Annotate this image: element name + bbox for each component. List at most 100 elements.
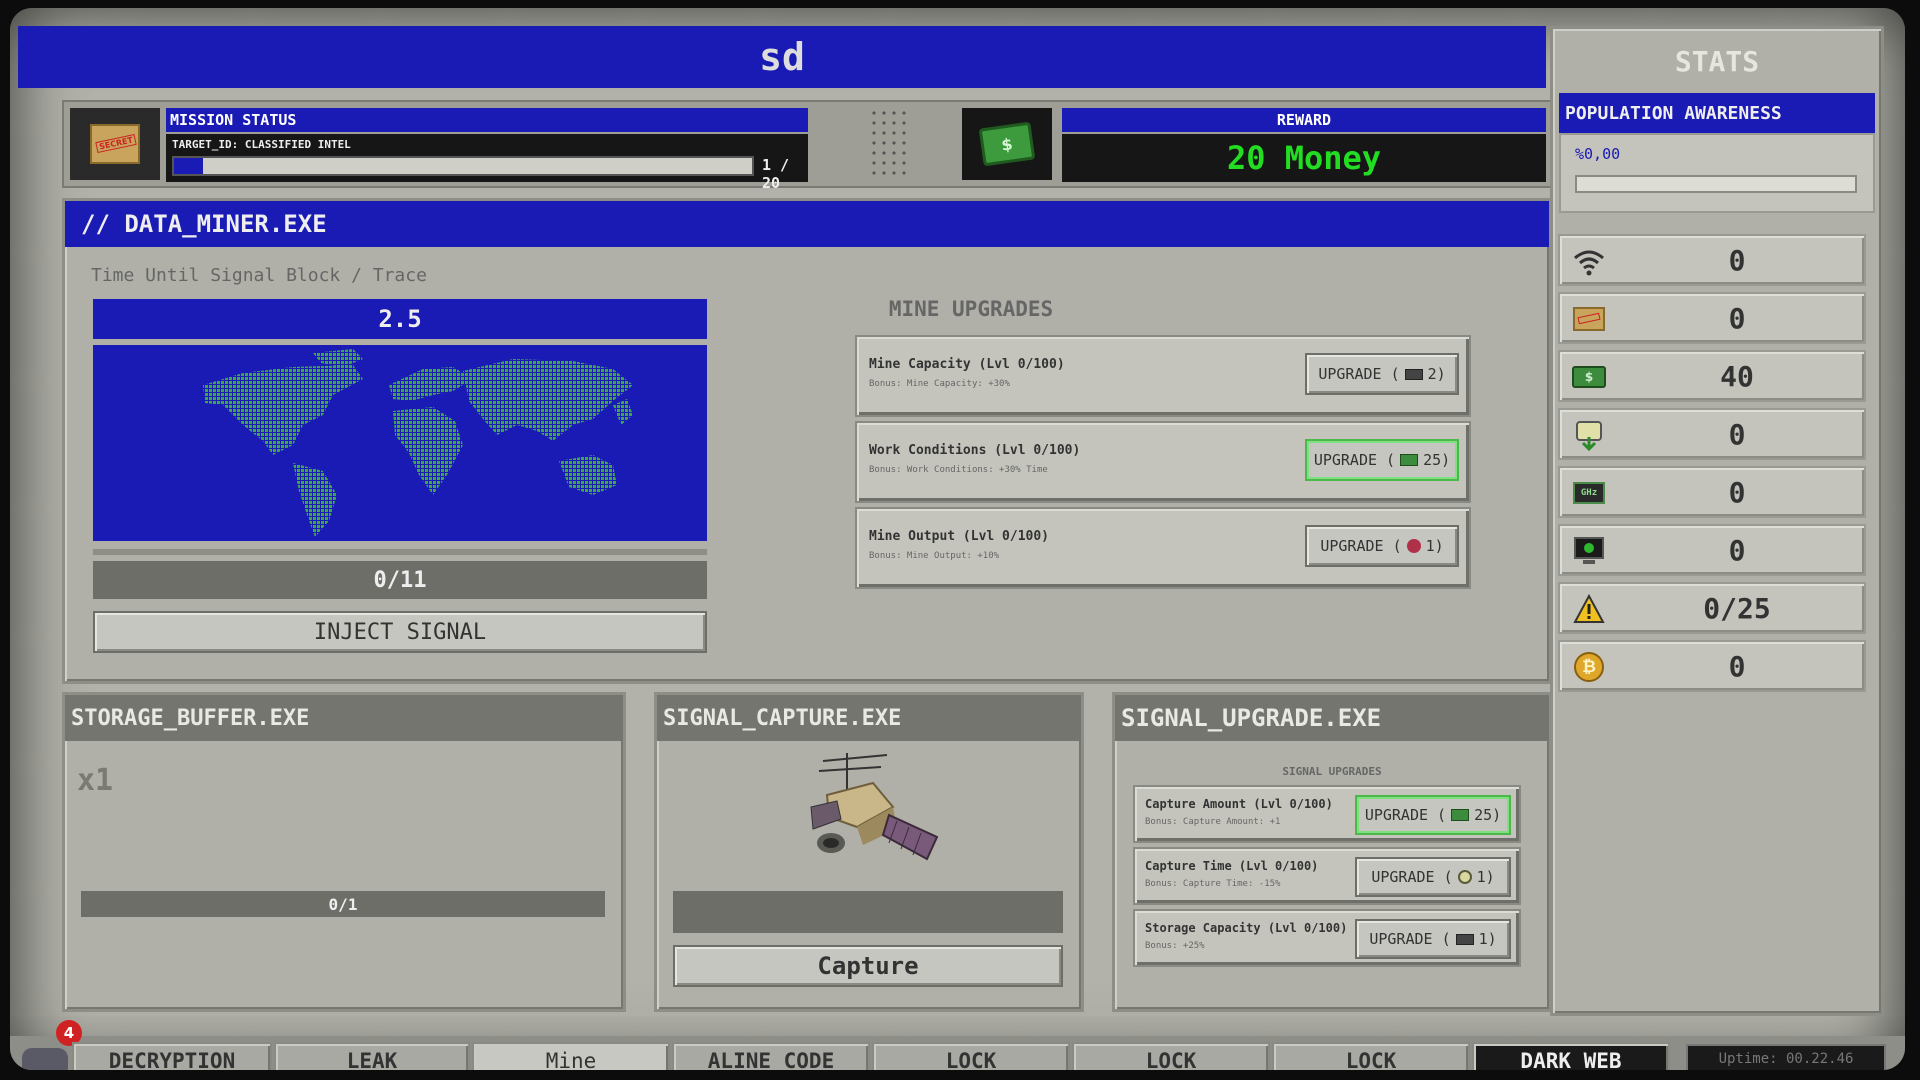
stat-value: 0/25: [1703, 591, 1771, 625]
storage-buffer-panel: STORAGE_BUFFER.EXE x1 0/1: [62, 692, 626, 1012]
storage-multiplier: x1: [77, 763, 114, 798]
signal-upgrade-title-text: Capture Amount (Lvl 0/100): [1145, 797, 1333, 811]
signal-upgrade-row-2: Capture Time (Lvl 0/100) Bonus: Capture …: [1133, 847, 1521, 905]
tab-decryption[interactable]: DECRYPTION: [72, 1042, 272, 1070]
world-map-graphic: [203, 349, 633, 537]
data-miner-title: // DATA_MINER.EXE: [81, 210, 327, 238]
monitor-icon: [1572, 534, 1606, 568]
money-icon: [1400, 454, 1419, 466]
reward-value: 20 Money: [1226, 139, 1382, 177]
capture-amount-upgrade-button[interactable]: UPGRADE ( 25): [1355, 795, 1511, 835]
mine-capacity-upgrade-button[interactable]: UPGRADE ( 2): [1305, 353, 1459, 395]
storage-capacity-upgrade-button[interactable]: UPGRADE ( 1): [1355, 919, 1511, 959]
mission-progress-text: 1 / 20: [762, 156, 790, 192]
money-icon: [1451, 809, 1470, 821]
mine-upgrade-row-3: Mine Output (Lvl 0/100) Bonus: Mine Outp…: [855, 507, 1471, 589]
data-miner-panel: // DATA_MINER.EXE Time Until Signal Bloc…: [62, 198, 1552, 684]
data-miner-title-bar: // DATA_MINER.EXE: [65, 201, 1549, 247]
capture-button-label: Capture: [817, 952, 919, 980]
signal-upgrade-title-bar: SIGNAL_UPGRADE.EXE: [1115, 695, 1549, 741]
reward-money-icon: $: [962, 108, 1052, 180]
chip-icon: [1455, 933, 1474, 945]
stat-row-signal: 0: [1558, 234, 1866, 286]
inject-signal-button[interactable]: INJECT SIGNAL: [93, 611, 707, 653]
notification-icon[interactable]: [22, 1048, 68, 1070]
chip-icon: [1404, 368, 1423, 380]
stat-row-monitor: 0: [1558, 524, 1866, 576]
timer-label: Time Until Signal Block / Trace: [91, 265, 427, 286]
capture-progress-bar: [673, 891, 1063, 933]
signal-capture-panel: SIGNAL_CAPTURE.EXE Capture: [654, 692, 1084, 1012]
mission-target-row: TARGET_ID: CLASSIFIED INTEL 1 / 20: [166, 134, 808, 192]
wifi-icon: [1572, 244, 1606, 278]
tab-dark-web[interactable]: DARK WEB: [1472, 1042, 1670, 1070]
signal-capture-title-bar: SIGNAL_CAPTURE.EXE: [657, 695, 1081, 741]
stat-row-cpu: GHz 0: [1558, 466, 1866, 518]
signal-upgrade-title-text: Storage Capacity (Lvl 0/100): [1145, 921, 1348, 935]
capture-button[interactable]: Capture: [673, 945, 1063, 987]
signal-counter-bar: 0/11: [93, 561, 707, 599]
mine-upgrade-bonus: Bonus: Work Conditions: +30% Time: [869, 465, 1048, 475]
stat-row-data: 0: [1558, 408, 1866, 460]
mission-status-panel: SECRET MISSION STATUS TARGET_ID: CLASSIF…: [62, 100, 1552, 192]
money-icon: $: [1572, 360, 1606, 394]
awareness-title: POPULATION AWARENESS: [1565, 102, 1782, 124]
mission-status-label: MISSION STATUS: [166, 108, 808, 132]
uptime-text: Uptime: 00.22.46: [1718, 1051, 1854, 1067]
signal-counter: 0/11: [373, 567, 427, 593]
signal-upgrade-bonus: Bonus: +25%: [1145, 941, 1205, 951]
signal-upgrade-panel: SIGNAL_UPGRADE.EXE SIGNAL UPGRADES Captu…: [1112, 692, 1552, 1012]
gem-icon: [1406, 539, 1421, 553]
signal-upgrade-row-3: Storage Capacity (Lvl 0/100) Bonus: +25%…: [1133, 909, 1521, 967]
bitcoin-icon: ₿: [1572, 650, 1606, 684]
storage-counter: 0/1: [328, 894, 358, 914]
awareness-progress-bar: [1575, 175, 1857, 193]
mine-output-upgrade-button[interactable]: UPGRADE ( 1): [1305, 525, 1459, 567]
tab-lock-2[interactable]: LOCK: [1072, 1042, 1270, 1070]
work-conditions-upgrade-button[interactable]: UPGRADE ( 25): [1305, 439, 1459, 481]
cpu-chip-icon: GHz: [1572, 476, 1606, 510]
stat-row-classified: 0: [1558, 292, 1866, 344]
storage-buffer-title: STORAGE_BUFFER.EXE: [71, 705, 310, 731]
dot-grid-decoration: [869, 108, 909, 178]
satellite-image: [797, 747, 947, 887]
tab-mine[interactable]: Mine: [472, 1042, 670, 1070]
tab-aline-code[interactable]: ALINE CODE: [672, 1042, 870, 1070]
mine-upgrade-title: Mine Output (Lvl 0/100): [869, 529, 1050, 544]
mine-upgrade-row-1: Mine Capacity (Lvl 0/100) Bonus: Mine Ca…: [855, 335, 1471, 417]
stats-title: STATS: [1674, 45, 1760, 78]
storage-buffer-title-bar: STORAGE_BUFFER.EXE: [65, 695, 623, 741]
tab-leak[interactable]: LEAK: [274, 1042, 470, 1070]
stat-value: 0: [1728, 243, 1746, 277]
game-title: sd: [759, 35, 805, 79]
timer-value: 2.5: [378, 305, 422, 333]
mine-upgrade-title: Mine Capacity (Lvl 0/100): [869, 357, 1065, 372]
classified-folder-icon: SECRET: [70, 108, 160, 180]
reward-value-box: 20 Money: [1062, 134, 1546, 182]
stat-value: 0: [1728, 475, 1746, 509]
world-map: [93, 345, 707, 541]
signal-upgrade-bonus: Bonus: Capture Amount: +1: [1145, 817, 1281, 827]
mission-target-label: TARGET_ID: CLASSIFIED INTEL: [172, 138, 351, 151]
stats-panel: STATS POPULATION AWARENESS %0,00: [1550, 26, 1884, 1016]
stat-value: 0: [1728, 417, 1746, 451]
reward-label: REWARD: [1062, 108, 1546, 132]
signal-capture-title: SIGNAL_CAPTURE.EXE: [663, 705, 902, 731]
capture-time-upgrade-button[interactable]: UPGRADE ( 1): [1355, 857, 1511, 897]
signal-upgrade-title-text: Capture Time (Lvl 0/100): [1145, 859, 1319, 873]
mission-progress-fill: [174, 158, 203, 174]
awareness-value: %0,00: [1575, 145, 1621, 163]
tab-lock-1[interactable]: LOCK: [872, 1042, 1070, 1070]
uptime-display: Uptime: 00.22.46: [1686, 1044, 1886, 1070]
tab-lock-3[interactable]: LOCK: [1272, 1042, 1470, 1070]
mission-progress-bar: [172, 156, 754, 176]
inject-signal-label: INJECT SIGNAL: [313, 619, 487, 645]
stat-value: 0: [1728, 533, 1746, 567]
signal-upgrade-bonus: Bonus: Capture Time: -15%: [1145, 879, 1281, 889]
warning-icon: [1572, 592, 1606, 626]
stat-value: 40: [1720, 359, 1754, 393]
awareness-box: %0,00: [1559, 133, 1875, 213]
stat-row-money: $ 40: [1558, 350, 1866, 402]
classified-folder-icon: [1572, 302, 1606, 336]
data-download-icon: [1572, 418, 1606, 452]
